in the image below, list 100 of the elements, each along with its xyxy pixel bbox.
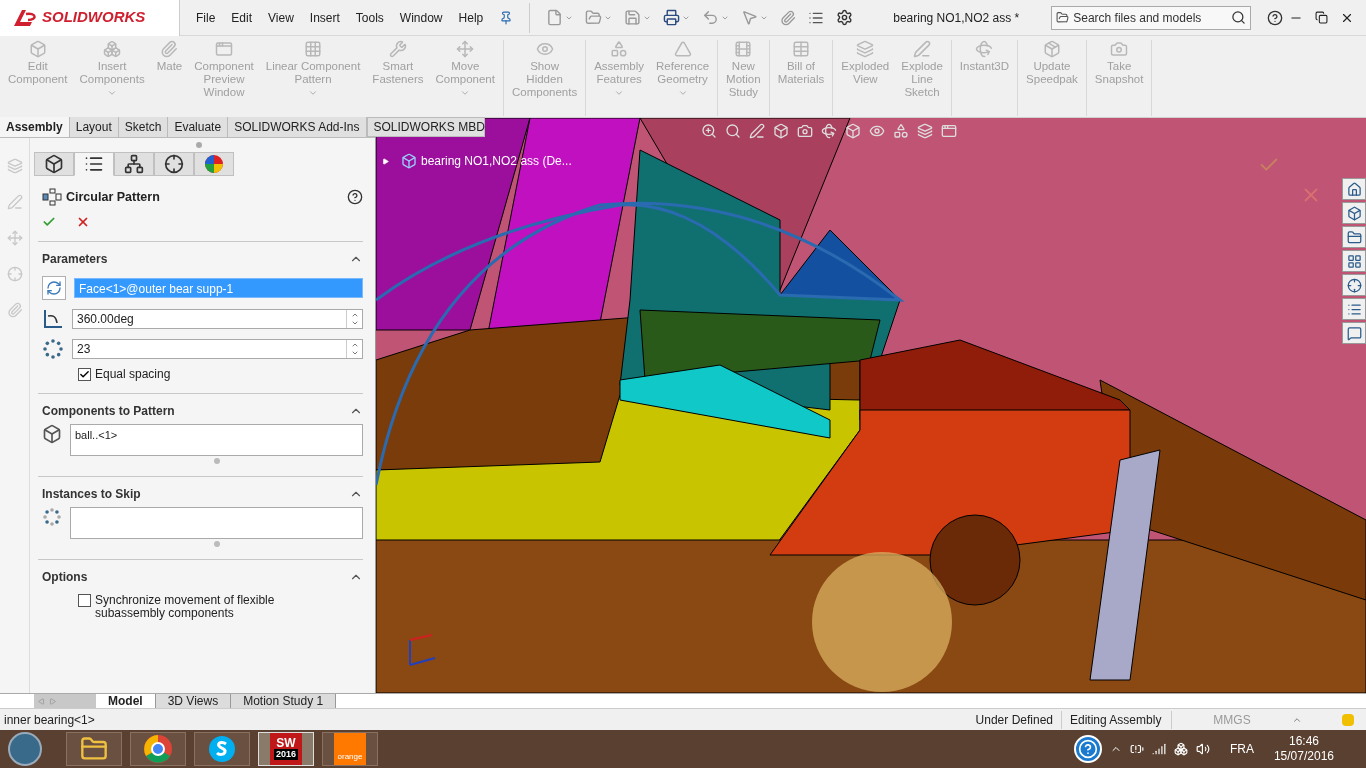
status-text: Editing Assembly (1062, 710, 1172, 729)
task-pane-icon[interactable] (1342, 274, 1366, 296)
view-tab[interactable]: 3D Views (155, 694, 232, 708)
volume-icon[interactable] (1195, 742, 1210, 756)
pattern-icon (42, 188, 62, 207)
menu-item[interactable]: View (268, 8, 294, 27)
caret-icon (460, 88, 471, 98)
angle-icon (42, 307, 64, 330)
tool-icon (160, 40, 179, 58)
view-tool-icon[interactable] (845, 123, 861, 139)
list-icon (84, 154, 104, 174)
panel-tab[interactable] (34, 152, 74, 176)
menu-item[interactable]: Edit (231, 8, 253, 27)
taskbar-app[interactable] (66, 732, 122, 766)
tool-icon (791, 40, 810, 58)
tool-icon (734, 40, 753, 58)
command-tab[interactable]: Evaluate (168, 117, 229, 137)
view-tool-icon[interactable] (701, 123, 717, 139)
help-icon[interactable] (347, 189, 363, 206)
panel-tab[interactable] (154, 152, 194, 176)
task-pane-icon[interactable] (1342, 250, 1366, 272)
menu-item[interactable]: Window (399, 8, 443, 27)
command-tab[interactable]: Assembly (0, 117, 70, 137)
view-tool-icon[interactable] (797, 123, 813, 139)
menu-item[interactable]: Help (458, 8, 484, 27)
units-text: MMGS (1212, 711, 1252, 729)
panel-title: Circular Pattern (66, 189, 161, 206)
section-title: Options (42, 568, 89, 586)
view-tab[interactable]: Motion Study 1 (231, 694, 337, 708)
tool-icon (610, 40, 629, 58)
toolbar-icon[interactable] (663, 9, 681, 26)
list-box[interactable] (70, 506, 363, 539)
part-icon (42, 423, 62, 444)
tool-icon (103, 40, 122, 58)
settings-icon[interactable] (836, 9, 854, 26)
view-tool-icon[interactable] (821, 123, 837, 139)
menu-item[interactable]: Insert (309, 8, 340, 27)
checkbox-option[interactable]: Equal spacing (78, 367, 363, 381)
caret-icon (107, 88, 118, 98)
tree-item[interactable]: bearing NO1,NO2 ass (De... (382, 152, 572, 170)
resize-handle[interactable] (213, 457, 220, 464)
folder-icon (1056, 11, 1070, 24)
spin-field[interactable]: 23 (72, 338, 363, 359)
section-title: Parameters (42, 250, 109, 268)
document-title: bearing NO1,NO2 ass * (893, 9, 1021, 27)
rotation-axis-icon (42, 275, 66, 300)
taskbar-app[interactable] (130, 732, 186, 766)
language-indicator[interactable]: FRA (1229, 740, 1254, 758)
task-pane-icon[interactable] (1342, 322, 1366, 344)
caret-icon (308, 88, 319, 98)
caret-icon (677, 88, 688, 98)
dots-circle-icon (42, 506, 62, 527)
start-button[interactable] (8, 732, 42, 766)
list-item[interactable]: ball..<1> (75, 426, 358, 444)
view-tool-icon[interactable] (749, 123, 765, 139)
clock-date[interactable]: 15/07/2016 (1273, 749, 1334, 764)
spin-field[interactable]: 360.00deg (72, 308, 363, 329)
tool-icon (456, 40, 475, 58)
chat-app-icon (208, 735, 236, 763)
dropbox-icon[interactable] (1173, 742, 1188, 756)
app-logo: SW 2016 (270, 733, 302, 765)
clock-time[interactable]: 16:46 (1288, 734, 1319, 749)
checkbox[interactable] (78, 367, 91, 381)
taskbar-app[interactable] (194, 732, 250, 766)
menu-item[interactable]: File (196, 8, 216, 27)
menu-item[interactable]: Tools (355, 8, 384, 27)
app-logo: SOLIDWORKS (0, 0, 180, 36)
tool-icon (1042, 40, 1061, 58)
tool-icon (28, 40, 47, 58)
command-tab[interactable]: Sketch (118, 117, 169, 137)
command-tab[interactable]: SOLIDWORKS MBD (366, 117, 485, 137)
signal-icon[interactable] (1151, 742, 1166, 756)
app-logo: orange (334, 733, 366, 765)
checkbox[interactable] (78, 593, 91, 607)
restore-icon[interactable] (1315, 10, 1328, 24)
resize-handle[interactable] (213, 540, 220, 547)
battery-icon[interactable] (1129, 742, 1144, 756)
panel-tab[interactable] (114, 152, 154, 176)
pin-icon[interactable] (499, 10, 514, 25)
task-pane-icon[interactable] (1342, 178, 1366, 200)
expand-arrow-icon[interactable] (382, 157, 389, 165)
panel-tab[interactable] (74, 152, 114, 176)
command-tab[interactable]: SOLIDWORKS Add-Ins (228, 117, 367, 137)
list-box[interactable]: ball..<1> (70, 423, 363, 456)
task-pane-icon[interactable] (1342, 298, 1366, 320)
search-icon[interactable] (1231, 10, 1247, 25)
command-tab[interactable]: Layout (69, 117, 119, 137)
tool-icon (975, 40, 994, 58)
view-tool-icon[interactable] (773, 123, 789, 139)
tree-icon (124, 154, 144, 174)
caret-icon (614, 88, 625, 98)
resize-handle[interactable] (195, 142, 202, 148)
task-pane-icon[interactable] (1342, 202, 1366, 224)
view-tool-icon[interactable] (725, 123, 741, 139)
checkbox-option[interactable]: Synchronize movement of flexible subassembly components (78, 593, 363, 620)
task-pane-icon[interactable] (1342, 226, 1366, 248)
taskbar-app[interactable]: SW 2016 (258, 732, 314, 766)
tool-icon (856, 40, 875, 58)
help-icon[interactable] (1267, 9, 1284, 26)
search-field[interactable]: Search files and models (1051, 5, 1252, 30)
